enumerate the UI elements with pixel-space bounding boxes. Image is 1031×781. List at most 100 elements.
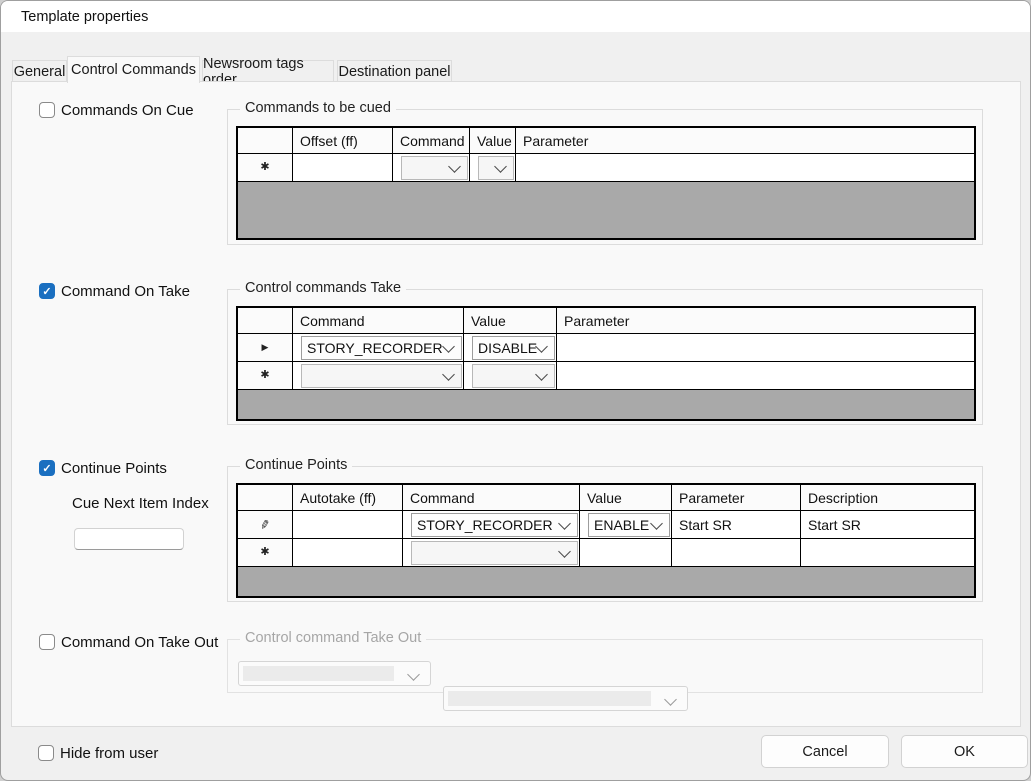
value-combobox-value: DISABLE <box>478 340 537 356</box>
parameter-cell[interactable] <box>516 154 974 181</box>
column-header-selector <box>238 128 293 153</box>
tab-destination-panel-label: Destination panel <box>338 64 450 80</box>
tab-control-commands[interactable]: Control Commands <box>67 56 200 83</box>
command-combobox[interactable] <box>401 156 468 180</box>
title-bar: Template properties <box>1 1 1030 32</box>
tab-destination-panel[interactable]: Destination panel <box>337 60 452 82</box>
row-header[interactable]: ✱ <box>238 362 293 389</box>
value-combobox[interactable]: DISABLE <box>472 336 555 360</box>
grid-empty-area <box>238 390 974 419</box>
ok-button[interactable]: OK <box>901 735 1028 768</box>
table-row: ✱ <box>238 154 974 182</box>
tab-newsroom-tags-order[interactable]: Newsroom tags order <box>202 60 334 82</box>
groupbox-control-command-take-out-title: Control command Take Out <box>240 630 426 646</box>
value-combobox[interactable] <box>478 156 514 180</box>
offset-cell[interactable] <box>293 154 393 181</box>
continue-points-checkbox[interactable]: ✓ <box>39 460 55 476</box>
new-row-icon: ✱ <box>260 370 269 381</box>
value-cell[interactable] <box>470 154 516 181</box>
column-header-autotake: Autotake (ff) <box>293 485 403 510</box>
cue-next-item-index-label: Cue Next Item Index <box>72 495 209 512</box>
column-header-value: Value <box>470 128 516 153</box>
row-header[interactable]: ✱ <box>238 154 293 181</box>
command-combobox[interactable]: STORY_RECORDER <box>411 513 578 537</box>
description-cell[interactable] <box>801 539 974 566</box>
chevron-down-icon <box>558 545 571 558</box>
value-combobox[interactable] <box>472 364 555 388</box>
value-cell[interactable] <box>464 362 557 389</box>
command-on-take-out-label[interactable]: Command On Take Out <box>61 634 218 651</box>
command-cell[interactable]: STORY_RECORDER <box>403 511 580 538</box>
description-cell[interactable]: Start SR <box>801 511 974 538</box>
parameter-cell[interactable]: Start SR <box>672 511 801 538</box>
column-header-value: Value <box>580 485 672 510</box>
command-combobox-value: STORY_RECORDER <box>307 340 443 356</box>
command-cell[interactable] <box>393 154 470 181</box>
tab-general-label: General <box>14 64 66 80</box>
control-commands-take-grid: Command Value Parameter ▶ STORY_RECORDER <box>236 306 976 421</box>
tab-content-panel: Commands On Cue Commands to be cued Offs… <box>11 81 1021 727</box>
command-on-take-checkbox[interactable]: ✓ <box>39 283 55 299</box>
column-header-command: Command <box>393 128 470 153</box>
chevron-down-icon <box>442 340 455 353</box>
command-combobox[interactable] <box>301 364 462 388</box>
value-combobox[interactable]: ENABLE <box>588 513 670 537</box>
groupbox-control-command-take-out: Control command Take Out <box>227 639 983 693</box>
take-out-value-dropdown <box>443 686 688 711</box>
chevron-down-icon <box>650 517 663 530</box>
commands-on-cue-label[interactable]: Commands On Cue <box>61 102 194 119</box>
table-row: ✱ <box>238 539 974 567</box>
value-cell[interactable]: DISABLE <box>464 334 557 361</box>
parameter-cell[interactable] <box>672 539 801 566</box>
new-row-icon: ✱ <box>260 547 269 558</box>
window-title: Template properties <box>21 9 148 25</box>
parameter-cell[interactable] <box>557 362 974 389</box>
dropdown-fill <box>448 691 651 706</box>
hide-from-user-checkbox[interactable] <box>38 745 54 761</box>
table-row: ✱ <box>238 362 974 390</box>
parameter-cell[interactable] <box>557 334 974 361</box>
row-header[interactable]: ▶ <box>238 334 293 361</box>
value-cell[interactable]: ENABLE <box>580 511 672 538</box>
cue-next-item-index-input[interactable] <box>74 528 184 550</box>
chevron-down-icon <box>448 160 461 173</box>
column-header-selector <box>238 485 293 510</box>
chevron-down-icon <box>494 160 507 173</box>
table-row: ▶ STORY_RECORDER DISABLE <box>238 334 974 362</box>
edit-row-icon: ✎ <box>259 517 272 531</box>
command-cell[interactable] <box>403 539 580 566</box>
column-header-parameter: Parameter <box>516 128 974 153</box>
grid-header-row: Command Value Parameter <box>238 308 974 334</box>
grid-empty-area <box>238 567 974 596</box>
continue-points-label[interactable]: Continue Points <box>61 460 167 477</box>
value-combobox-value: ENABLE <box>594 517 649 533</box>
command-cell[interactable]: STORY_RECORDER <box>293 334 464 361</box>
command-combobox-value: STORY_RECORDER <box>417 517 553 533</box>
tab-control-commands-label: Control Commands <box>71 62 196 78</box>
command-on-take-out-checkbox[interactable] <box>39 634 55 650</box>
row-header[interactable]: ✎ <box>238 511 293 538</box>
chevron-down-icon <box>407 668 420 681</box>
dropdown-fill <box>243 666 394 681</box>
column-header-selector <box>238 308 293 333</box>
value-cell[interactable] <box>580 539 672 566</box>
command-combobox[interactable]: STORY_RECORDER <box>301 336 462 360</box>
command-combobox[interactable] <box>411 541 578 565</box>
ok-button-label: OK <box>954 744 975 760</box>
commands-on-cue-checkbox[interactable] <box>39 102 55 118</box>
column-header-parameter: Parameter <box>672 485 801 510</box>
chevron-down-icon <box>535 368 548 381</box>
autotake-cell[interactable] <box>293 511 403 538</box>
command-on-take-label[interactable]: Command On Take <box>61 283 190 300</box>
hide-from-user-label[interactable]: Hide from user <box>60 745 158 762</box>
grid-empty-area <box>238 182 974 238</box>
groupbox-control-commands-take-title: Control commands Take <box>240 280 406 296</box>
cancel-button[interactable]: Cancel <box>761 735 889 768</box>
tab-general[interactable]: General <box>12 60 67 82</box>
row-header[interactable]: ✱ <box>238 539 293 566</box>
autotake-cell[interactable] <box>293 539 403 566</box>
column-header-value: Value <box>464 308 557 333</box>
table-row: ✎ STORY_RECORDER ENABLE <box>238 511 974 539</box>
column-header-offset: Offset (ff) <box>293 128 393 153</box>
command-cell[interactable] <box>293 362 464 389</box>
